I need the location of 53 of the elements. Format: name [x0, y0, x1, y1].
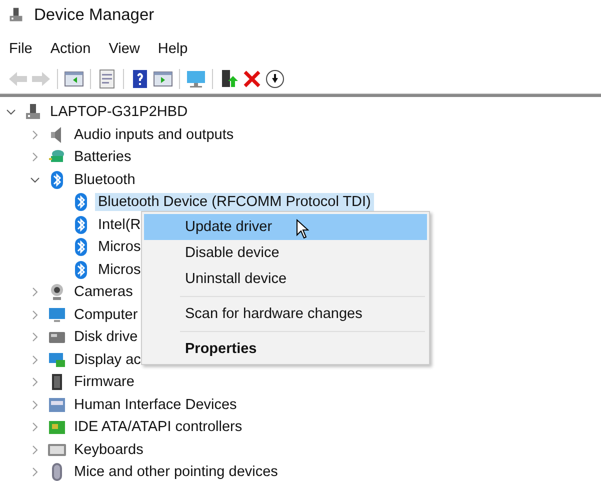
tree-item[interactable]: Mice and other pointing devices [71, 463, 281, 481]
tree-item[interactable]: Micros [95, 238, 144, 256]
bluetooth-icon [72, 260, 90, 279]
chevron-right-icon[interactable] [30, 152, 40, 162]
tree-item[interactable]: Keyboards [71, 440, 146, 459]
display-adapter-icon [48, 350, 66, 369]
monitor-icon [48, 306, 66, 324]
tree-item[interactable]: IDE ATA/ATAPI controllers [71, 418, 246, 436]
tree-item[interactable]: LAPTOP-G31P2HBD [47, 103, 191, 122]
chevron-right-icon[interactable] [30, 130, 40, 140]
properties-icon[interactable] [97, 69, 117, 89]
chevron-right-icon[interactable] [30, 467, 40, 478]
bluetooth-icon [48, 170, 66, 189]
chevron-right-icon[interactable] [30, 310, 40, 320]
chevron-right-icon[interactable] [30, 400, 40, 410]
tree-item[interactable]: Disk drive [71, 328, 141, 346]
tree-item[interactable]: Firmware [71, 373, 138, 392]
bluetooth-icon [72, 238, 90, 256]
tree-item[interactable]: Human Interface Devices [71, 396, 240, 414]
chevron-right-icon[interactable] [30, 287, 40, 298]
bluetooth-icon [72, 193, 90, 212]
help-icon[interactable] [130, 69, 150, 89]
chevron-right-icon[interactable] [30, 332, 40, 342]
menu-option[interactable]: Disable device [144, 240, 427, 266]
camera-icon [48, 283, 66, 302]
chevron-right-icon[interactable] [30, 444, 40, 455]
tree-item[interactable]: Intel(R [95, 216, 144, 234]
tree-item[interactable]: Batteries [71, 148, 134, 166]
menu-item[interactable]: Action [41, 41, 100, 57]
chevron-down-icon[interactable] [30, 174, 40, 185]
cursor-icon [296, 219, 309, 239]
tree-item[interactable]: Micros [95, 260, 144, 279]
device-manager-icon [8, 6, 24, 24]
computer-icon [24, 103, 42, 122]
tree-item[interactable]: Cameras [71, 283, 136, 302]
tree-item[interactable]: Display ac [71, 350, 144, 369]
chevron-down-icon[interactable] [6, 107, 16, 118]
chevron-right-icon[interactable] [30, 377, 40, 388]
menu-option[interactable]: Properties [144, 336, 427, 362]
menu-option[interactable]: Uninstall device [144, 266, 427, 292]
menu-item[interactable]: View [100, 41, 149, 57]
tree-item[interactable]: Bluetooth Device (RFCOMM Protocol TDI) [95, 193, 374, 212]
tree-item[interactable]: Audio inputs and outputs [71, 126, 237, 144]
menu-item[interactable]: File [0, 41, 42, 57]
menu-option[interactable]: Update driver [144, 214, 427, 240]
chevron-right-icon[interactable] [30, 354, 40, 365]
bluetooth-icon [72, 216, 90, 234]
window-title: Device Manager [34, 6, 154, 24]
menu-item[interactable]: Help [148, 41, 197, 57]
chevron-right-icon[interactable] [30, 422, 40, 432]
tree-item[interactable]: Bluetooth [71, 170, 138, 189]
tree-item[interactable]: Computer [71, 306, 141, 324]
menu-option[interactable]: Scan for hardware changes [144, 301, 427, 327]
